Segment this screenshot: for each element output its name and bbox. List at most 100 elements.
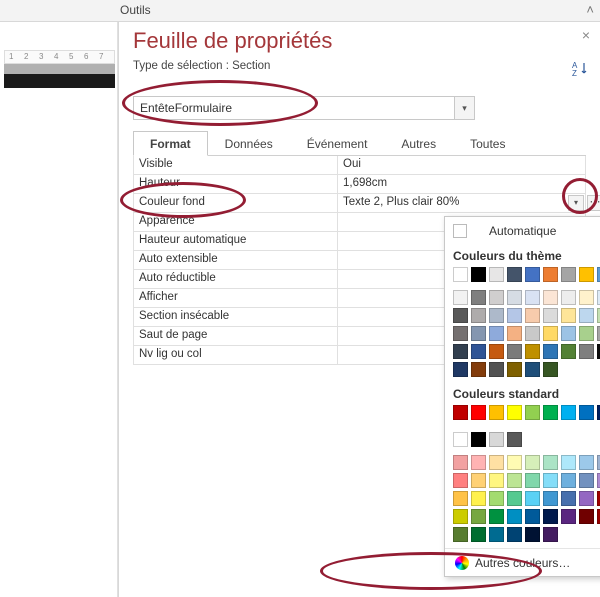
color-swatch[interactable] (579, 344, 594, 359)
color-swatch[interactable] (489, 527, 504, 542)
form-header-section[interactable] (4, 74, 115, 88)
color-swatch[interactable] (543, 455, 558, 470)
color-swatch[interactable] (579, 473, 594, 488)
color-swatch[interactable] (507, 344, 522, 359)
property-row[interactable]: Hauteur1,698cm (133, 175, 585, 194)
color-swatch[interactable] (453, 491, 468, 506)
color-swatch[interactable] (561, 344, 576, 359)
color-swatch[interactable] (525, 491, 540, 506)
color-swatch[interactable] (543, 509, 558, 524)
color-swatch[interactable] (561, 308, 576, 323)
color-swatch[interactable] (507, 491, 522, 506)
color-swatch[interactable] (561, 405, 576, 420)
color-swatch[interactable] (453, 326, 468, 341)
color-swatch[interactable] (489, 344, 504, 359)
color-swatch[interactable] (471, 290, 486, 305)
color-swatch[interactable] (471, 455, 486, 470)
color-swatch[interactable] (489, 290, 504, 305)
color-swatch[interactable] (489, 455, 504, 470)
ribbon-tab-tools[interactable]: Outils (120, 3, 151, 17)
color-swatch[interactable] (489, 308, 504, 323)
color-swatch[interactable] (453, 527, 468, 542)
color-swatch[interactable] (579, 491, 594, 506)
color-swatch[interactable] (579, 455, 594, 470)
color-swatch[interactable] (453, 362, 468, 377)
color-swatch[interactable] (507, 362, 522, 377)
color-swatch[interactable] (525, 290, 540, 305)
tab-événement[interactable]: Événement (290, 131, 385, 156)
color-swatch[interactable] (525, 405, 540, 420)
color-swatch[interactable] (543, 405, 558, 420)
color-swatch[interactable] (471, 326, 486, 341)
color-swatch[interactable] (489, 491, 504, 506)
color-swatch[interactable] (489, 432, 504, 447)
color-swatch[interactable] (471, 267, 486, 282)
color-swatch[interactable] (453, 290, 468, 305)
tab-données[interactable]: Données (208, 131, 290, 156)
tab-toutes[interactable]: Toutes (453, 131, 522, 156)
property-value[interactable]: 1,698cm (338, 175, 585, 193)
color-swatch[interactable] (525, 455, 540, 470)
color-swatch[interactable] (543, 473, 558, 488)
color-swatch[interactable] (561, 267, 576, 282)
color-automatic[interactable]: Automatique (445, 217, 600, 245)
color-swatch[interactable] (471, 509, 486, 524)
more-colors-button[interactable]: Autres couleurs… (445, 548, 600, 576)
color-swatch[interactable] (525, 267, 540, 282)
color-swatch[interactable] (579, 267, 594, 282)
color-swatch[interactable] (561, 473, 576, 488)
color-swatch[interactable] (525, 473, 540, 488)
chevron-down-icon[interactable]: ▾ (568, 195, 584, 211)
color-swatch[interactable] (507, 455, 522, 470)
color-swatch[interactable] (507, 308, 522, 323)
color-swatch[interactable] (561, 455, 576, 470)
ribbon-collapse-icon[interactable]: ˄ (586, 2, 594, 17)
color-swatch[interactable] (453, 509, 468, 524)
color-swatch[interactable] (489, 267, 504, 282)
property-row[interactable]: Couleur fondTexte 2, Plus clair 80%▾⋯ (133, 194, 585, 213)
property-value[interactable]: Oui (338, 156, 585, 174)
sort-az-icon[interactable]: AZ (572, 60, 590, 78)
color-swatch[interactable] (453, 455, 468, 470)
color-swatch[interactable] (453, 308, 468, 323)
object-selector[interactable]: EntêteFormulaire ▾ (133, 96, 475, 120)
color-swatch[interactable] (507, 326, 522, 341)
color-swatch[interactable] (453, 344, 468, 359)
color-swatch[interactable] (543, 344, 558, 359)
color-swatch[interactable] (561, 290, 576, 305)
color-swatch[interactable] (507, 267, 522, 282)
color-swatch[interactable] (543, 308, 558, 323)
property-value[interactable]: Texte 2, Plus clair 80%▾⋯ (338, 194, 585, 212)
tab-autres[interactable]: Autres (384, 131, 453, 156)
color-swatch[interactable] (507, 405, 522, 420)
color-swatch[interactable] (507, 473, 522, 488)
color-swatch[interactable] (543, 326, 558, 341)
color-swatch[interactable] (453, 267, 468, 282)
color-swatch[interactable] (561, 491, 576, 506)
color-swatch[interactable] (579, 405, 594, 420)
color-swatch[interactable] (579, 326, 594, 341)
color-swatch[interactable] (507, 290, 522, 305)
color-swatch[interactable] (471, 405, 486, 420)
color-swatch[interactable] (471, 527, 486, 542)
color-swatch[interactable] (525, 326, 540, 341)
color-swatch[interactable] (579, 509, 594, 524)
close-icon[interactable]: × (578, 28, 594, 44)
color-swatch[interactable] (489, 405, 504, 420)
color-swatch[interactable] (543, 290, 558, 305)
chevron-down-icon[interactable]: ▾ (454, 97, 474, 119)
color-swatch[interactable] (471, 491, 486, 506)
color-swatch[interactable] (489, 509, 504, 524)
color-swatch[interactable] (543, 362, 558, 377)
color-swatch[interactable] (453, 405, 468, 420)
tab-format[interactable]: Format (133, 131, 208, 156)
color-swatch[interactable] (525, 308, 540, 323)
color-swatch[interactable] (543, 527, 558, 542)
color-swatch[interactable] (507, 432, 522, 447)
color-swatch[interactable] (543, 267, 558, 282)
color-swatch[interactable] (579, 290, 594, 305)
color-swatch[interactable] (453, 432, 468, 447)
color-swatch[interactable] (543, 491, 558, 506)
color-swatch[interactable] (489, 362, 504, 377)
color-swatch[interactable] (525, 527, 540, 542)
